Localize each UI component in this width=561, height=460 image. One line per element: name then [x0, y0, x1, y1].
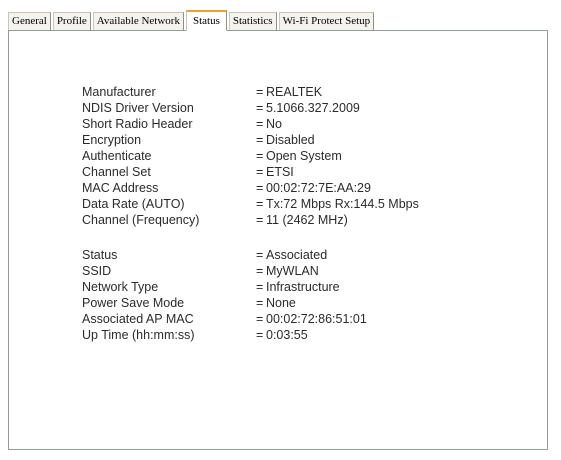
- tab-wifi-protect-setup[interactable]: Wi-Fi Protect Setup: [278, 12, 375, 30]
- tab-available-network[interactable]: Available Network: [92, 12, 184, 30]
- status-value: = 5.1066.327.2009: [256, 101, 360, 115]
- status-value: = Open System: [256, 149, 342, 163]
- wlan-utility-window: General Profile Available Network Status…: [0, 0, 561, 460]
- status-value: = 00:02:72:86:51:01: [256, 312, 367, 326]
- status-label: Data Rate (AUTO): [82, 197, 185, 211]
- tab-general[interactable]: General: [8, 12, 51, 30]
- status-value: = ETSI: [256, 165, 294, 179]
- status-label: Channel Set: [82, 165, 151, 179]
- status-label: Power Save Mode: [82, 296, 185, 310]
- status-value: = Infrastructure: [256, 280, 340, 294]
- status-value: = Tx:72 Mbps Rx:144.5 Mbps: [256, 197, 419, 211]
- status-label: NDIS Driver Version: [82, 101, 194, 115]
- status-label: Up Time (hh:mm:ss): [82, 328, 195, 342]
- tab-profile[interactable]: Profile: [52, 12, 91, 30]
- status-value: = 11 (2462 MHz): [256, 213, 348, 227]
- status-label: Encryption: [82, 133, 142, 147]
- tab-statistics[interactable]: Statistics: [228, 12, 277, 30]
- status-value: = 0:03:55: [256, 328, 308, 342]
- status-label: SSID: [82, 264, 112, 278]
- tab-bar: General Profile Available Network Status…: [8, 10, 376, 31]
- status-value: = Associated: [256, 248, 328, 262]
- status-label: Channel (Frequency): [82, 213, 200, 227]
- status-value: = REALTEK: [256, 85, 323, 99]
- status-value: = No: [256, 117, 282, 131]
- status-label: Short Radio Header: [82, 117, 193, 131]
- status-label: Associated AP MAC: [82, 312, 194, 326]
- status-panel: Manufacturer = REALTEK NDIS Driver Versio…: [8, 30, 548, 450]
- tab-status[interactable]: Status: [185, 10, 227, 31]
- status-label: Network Type: [82, 280, 159, 294]
- status-label: MAC Address: [82, 181, 159, 195]
- status-label: Status: [82, 248, 118, 262]
- status-value: = None: [256, 296, 296, 310]
- status-value: = MyWLAN: [256, 264, 319, 278]
- status-value: = 00:02:72:7E:AA:29: [256, 181, 371, 195]
- status-value: = Disabled: [256, 133, 315, 147]
- status-label: Authenticate: [82, 149, 152, 163]
- status-label: Manufacturer: [82, 85, 156, 99]
